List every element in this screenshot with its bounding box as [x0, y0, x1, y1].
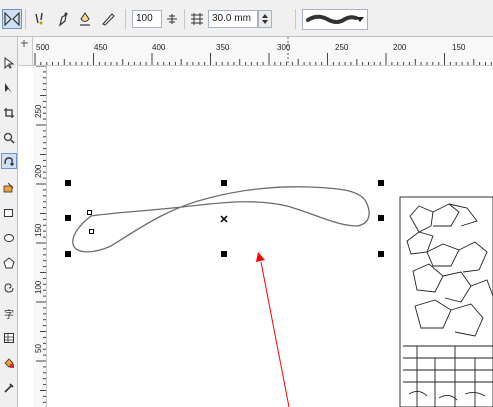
ruler-label: 500 [36, 43, 50, 52]
node-handle[interactable] [89, 229, 94, 234]
sprayer-button[interactable] [75, 9, 95, 29]
separator [125, 9, 126, 29]
separator [295, 9, 296, 29]
calligraphic-pen-button[interactable] [98, 9, 118, 29]
ellipse-icon [4, 234, 14, 242]
horizontal-ruler[interactable]: 500 450 400 350 300 250 200 150 [33, 37, 493, 66]
property-bar: 100 30.0 mm [0, 0, 493, 37]
ruler-label: 400 [152, 43, 166, 52]
rectangle-icon [4, 209, 13, 217]
stroke-width-icon-wrap [188, 9, 206, 29]
sprayer-icon [80, 12, 90, 26]
stroke-width-input[interactable]: 30.0 mm [208, 10, 258, 28]
pick-tool-icon [4, 57, 15, 69]
artistic-media-icon [4, 157, 14, 166]
ruler-label: 300 [277, 43, 291, 52]
ruler-label: 150 [452, 43, 466, 52]
shape-tool-icon [5, 83, 12, 93]
smoothing-slider-button[interactable] [164, 9, 180, 29]
ruler-label: 150 [34, 223, 43, 237]
node-handle[interactable] [87, 210, 92, 215]
brush-stroke-shape[interactable] [72, 186, 370, 253]
crop-tool-icon [4, 108, 14, 118]
separator [184, 9, 185, 29]
ruler-label: 200 [393, 43, 407, 52]
text-tool[interactable]: 字 [1, 305, 17, 321]
ruler-label: 50 [34, 344, 43, 353]
toolbox: 字 [0, 37, 18, 407]
calligraphic-pen-icon [102, 13, 115, 26]
polygon-tool[interactable] [1, 255, 17, 271]
pick-tool[interactable] [1, 55, 17, 71]
clip-art-illustration[interactable] [399, 196, 493, 407]
selection-handle-bottom[interactable] [221, 251, 227, 257]
slider-icon [167, 14, 177, 24]
ruler-label: 250 [335, 43, 349, 52]
selection-handle-top[interactable] [221, 180, 227, 186]
crop-tool[interactable] [1, 105, 17, 121]
smart-fill-icon [3, 182, 14, 193]
artistic-media-tool[interactable] [1, 153, 17, 169]
freehand-smoothing-button[interactable] [30, 9, 50, 29]
mirror-icon [4, 12, 20, 26]
chevron-down-icon [356, 17, 364, 22]
selection-handle-top-right[interactable] [378, 180, 384, 186]
ruler-label: 250 [34, 104, 43, 118]
mirror-button[interactable] [2, 9, 22, 29]
freehand-smoothing-icon [35, 12, 43, 25]
brush-stroke-preset-icon [306, 14, 358, 24]
ruler-origin-corner[interactable] [18, 37, 33, 66]
brush-stroke-button[interactable] [53, 9, 73, 29]
ruler-label: 100 [34, 280, 43, 294]
table-tool[interactable] [1, 330, 17, 346]
spiral-tool[interactable] [1, 280, 17, 296]
brush-stroke-icon [58, 12, 68, 27]
annotation-arrow [256, 252, 290, 407]
zoom-tool[interactable] [1, 130, 17, 146]
selection-handle-right[interactable] [378, 215, 384, 221]
selection-handle-top-left[interactable] [65, 180, 71, 186]
ruler-label: 350 [216, 43, 230, 52]
selection-handle-bottom-right[interactable] [378, 251, 384, 257]
ruler-label: 200 [34, 164, 43, 178]
spiral-icon [4, 283, 14, 293]
zoom-icon [3, 132, 15, 144]
stroke-preset-dropdown[interactable] [302, 9, 368, 30]
rectangle-tool[interactable] [1, 205, 17, 221]
center-marker[interactable] [220, 215, 228, 223]
table-icon [4, 333, 14, 343]
polygon-icon [3, 257, 15, 269]
eyedropper-icon [4, 383, 14, 393]
selection-handle-left[interactable] [65, 215, 71, 221]
eyedropper-tool[interactable] [1, 380, 17, 396]
stroke-width-spinner[interactable] [258, 10, 272, 28]
separator [25, 9, 26, 29]
ruler-label: 450 [94, 43, 108, 52]
interactive-fill-icon [4, 358, 14, 368]
selection-handle-bottom-left[interactable] [65, 251, 71, 257]
stroke-width-icon [191, 13, 203, 25]
interactive-fill-tool[interactable] [1, 355, 17, 371]
ellipse-tool[interactable] [1, 230, 17, 246]
ruler-origin-icon [21, 40, 28, 47]
drawing-canvas[interactable] [47, 66, 493, 407]
smoothing-input[interactable]: 100 [132, 10, 162, 28]
smart-fill-tool[interactable] [1, 180, 17, 196]
vertical-ruler[interactable]: 250 200 150 100 50 [33, 66, 47, 407]
shape-tool[interactable] [1, 80, 17, 96]
